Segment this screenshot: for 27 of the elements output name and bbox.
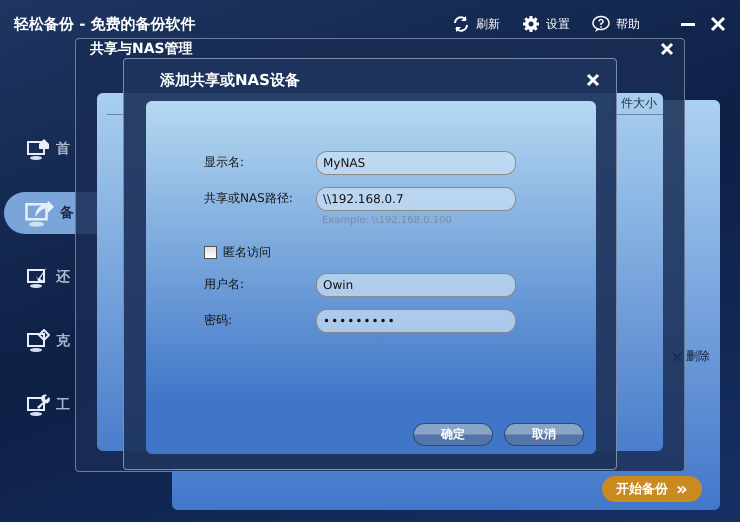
sidebar-label: 克 [56, 332, 70, 350]
refresh-button[interactable]: 刷新 [452, 15, 500, 33]
sidebar-item[interactable]: 还 [4, 256, 100, 298]
sidebar-item[interactable]: 首 [4, 128, 100, 170]
field-label: 密码: [204, 312, 234, 329]
sidebar-label: 首 [56, 140, 70, 158]
sidebar-item[interactable]: 工 [4, 384, 100, 426]
help-button[interactable]: 帮助 [592, 15, 640, 33]
window-title: 轻松备份 - 免费的备份软件 [14, 14, 196, 34]
password-field[interactable]: ••••••••• [316, 309, 516, 333]
field-label: 显示名: [204, 154, 246, 171]
dialog-title: 添加共享或NAS设备 [160, 70, 300, 90]
dialog-title: 共享与NAS管理 [90, 40, 193, 58]
sidebar-label: 还 [56, 268, 70, 286]
sidebar-label: 工 [56, 396, 70, 414]
ok-button[interactable]: 确定 [413, 423, 493, 446]
field-label: 用户名: [204, 276, 246, 293]
input-field[interactable]: Owin [316, 273, 516, 297]
input-field[interactable]: \\192.168.0.7 [316, 187, 516, 211]
field-label: 共享或NAS路径: [204, 190, 294, 207]
sidebar-label: 备 [60, 204, 74, 222]
hint-text: Example: \\192.168.0.100 [321, 215, 453, 226]
checkbox-label: 匿名访问 [223, 244, 271, 261]
input-field[interactable]: MyNAS [316, 151, 516, 175]
delete-link[interactable]: 删除 [686, 348, 710, 365]
settings-button[interactable]: 设置 [522, 15, 570, 33]
sidebar-item[interactable]: 克 [4, 320, 100, 362]
